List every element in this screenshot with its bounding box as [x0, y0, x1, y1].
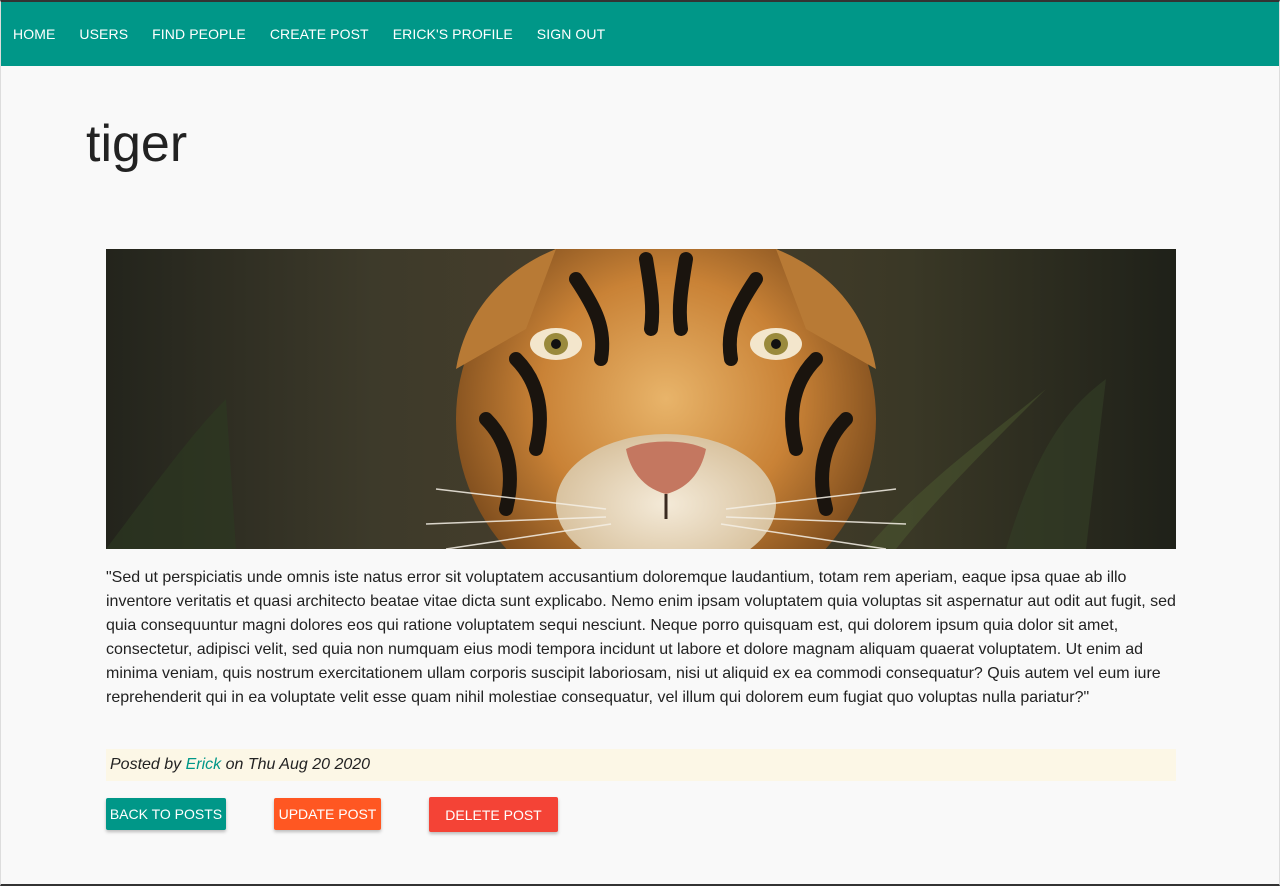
- nav-users-link[interactable]: USERS: [79, 26, 128, 42]
- app-window: HOME USERS FIND PEOPLE CREATE POST ERICK…: [0, 0, 1280, 886]
- update-post-button[interactable]: UPDATE POST: [274, 798, 381, 830]
- tiger-illustration: [106, 249, 1176, 549]
- back-to-posts-button[interactable]: BACK TO POSTS: [106, 798, 226, 830]
- post-image: [106, 249, 1176, 549]
- nav-create-post-link[interactable]: CREATE POST: [270, 26, 369, 42]
- post-title: tiger: [86, 115, 188, 173]
- post-meta: Posted by Erick on Thu Aug 20 2020: [106, 749, 1176, 781]
- nav-find-people-link[interactable]: FIND PEOPLE: [152, 26, 246, 42]
- on-label: on: [225, 756, 244, 773]
- post-body: "Sed ut perspiciatis unde omnis iste nat…: [106, 569, 1176, 706]
- post-date: Thu Aug 20 2020: [247, 756, 371, 773]
- author-link[interactable]: Erick: [186, 756, 222, 774]
- nav-profile-link[interactable]: ERICK'S PROFILE: [393, 26, 513, 42]
- nav-sign-out-link[interactable]: SIGN OUT: [537, 26, 605, 42]
- delete-post-button[interactable]: DELETE POST: [429, 797, 558, 832]
- posted-by-label: Posted by: [110, 756, 182, 773]
- nav-home-link[interactable]: HOME: [13, 26, 55, 42]
- top-navbar: HOME USERS FIND PEOPLE CREATE POST ERICK…: [1, 2, 1279, 66]
